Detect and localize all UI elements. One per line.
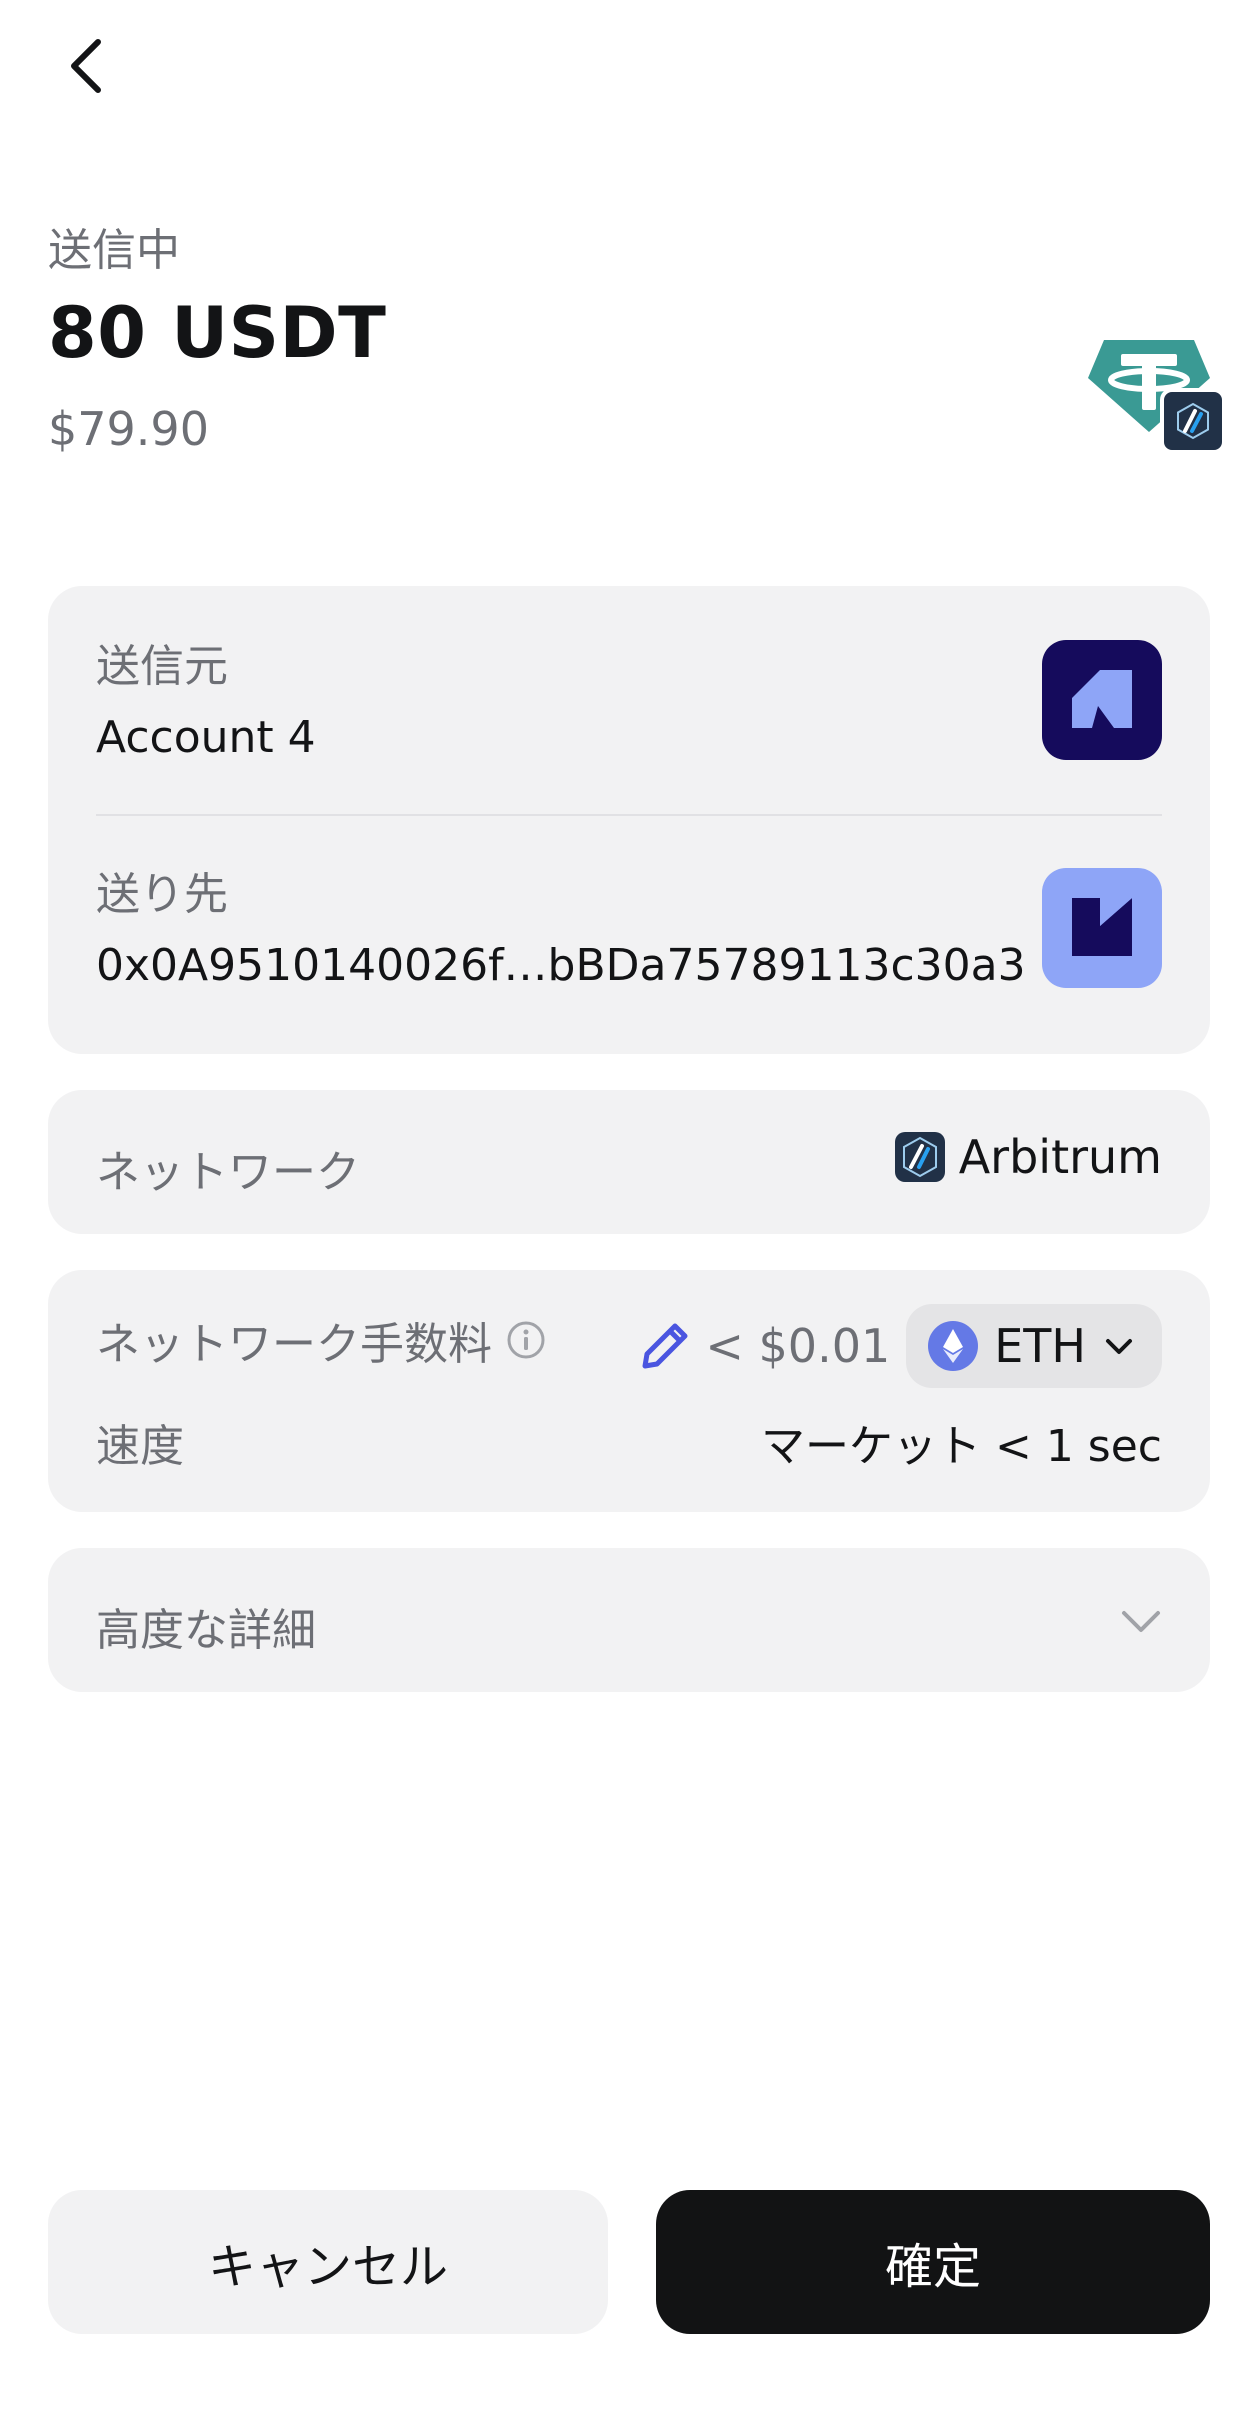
send-amount: 80 USDT (48, 292, 387, 374)
network-fee-value: < $0.01 (705, 1319, 891, 1373)
parties-divider (96, 814, 1162, 816)
advanced-details-label: 高度な詳細 (96, 1605, 316, 1656)
sending-status-label: 送信中 (48, 225, 180, 276)
recipient-avatar-icon (1042, 868, 1162, 988)
fee-token-label: ETH (994, 1319, 1086, 1373)
network-fee-label: ネットワーク手数料 (96, 1319, 492, 1370)
network-label: ネットワーク (96, 1147, 360, 1198)
info-icon[interactable] (506, 1320, 546, 1360)
transfer-parties-card: 送信元 Account 4 送り先 0x0A9510140026f…bBDa75… (48, 586, 1210, 1054)
advanced-details-toggle[interactable]: 高度な詳細 (48, 1548, 1210, 1692)
back-button[interactable] (60, 36, 112, 96)
network-fee-card: ネットワーク手数料 < $0.01 ETH 速度 マーケット < 1 sec (48, 1270, 1210, 1512)
cancel-button[interactable]: キャンセル (48, 2190, 608, 2334)
chevron-left-icon (71, 39, 101, 93)
confirm-button[interactable]: 確定 (656, 2190, 1210, 2334)
network-value: Arbitrum (958, 1130, 1162, 1184)
to-address[interactable]: 0x0A9510140026f…bBDa75789113c30a3 (96, 940, 1026, 991)
ethereum-icon (928, 1321, 979, 1371)
arbitrum-icon (894, 1132, 945, 1182)
arbitrum-icon (1160, 388, 1226, 454)
fee-token-selector[interactable]: ETH (906, 1304, 1162, 1388)
fiat-value: $79.90 (48, 402, 209, 456)
account-avatar-icon (1042, 640, 1162, 760)
to-label: 送り先 (96, 869, 228, 920)
speed-value: マーケット < 1 sec (760, 1421, 1162, 1472)
speed-label: 速度 (96, 1421, 184, 1472)
pencil-icon[interactable] (639, 1320, 691, 1372)
from-label: 送信元 (96, 641, 228, 692)
from-account: Account 4 (96, 712, 316, 763)
network-card: ネットワーク Arbitrum (48, 1090, 1210, 1234)
chevron-down-icon (1122, 1611, 1160, 1632)
chevron-down-icon (1106, 1339, 1132, 1354)
